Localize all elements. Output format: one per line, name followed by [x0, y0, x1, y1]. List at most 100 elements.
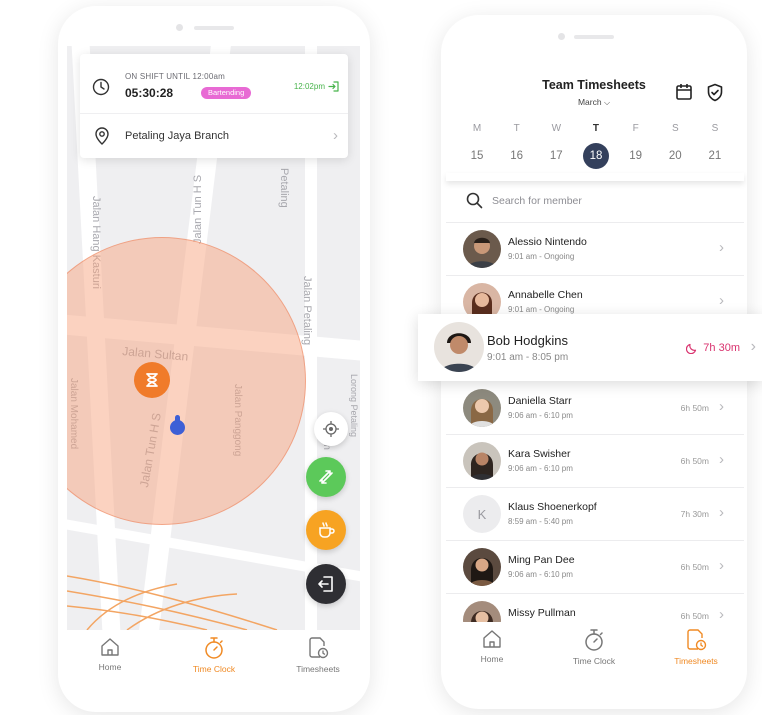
- shift-status-card[interactable]: ON SHIFT UNTIL 12:00am 05:30:28 Bartendi…: [80, 54, 348, 158]
- locate-me-button[interactable]: [314, 412, 348, 446]
- geofence-hourglass-pin[interactable]: [134, 362, 170, 398]
- day-letter: S: [671, 123, 679, 134]
- member-name: Annabelle Chen: [508, 289, 583, 301]
- shift-timer: 05:30:28: [125, 86, 174, 100]
- nav-time-clock[interactable]: Time Clock: [169, 630, 259, 690]
- street-label: Jalan Tun H S: [192, 174, 204, 244]
- overtime-hours: 7h 30m: [686, 342, 740, 354]
- day-number: 15: [470, 150, 484, 162]
- day-letter: T: [592, 123, 600, 134]
- day-letter: M: [472, 123, 482, 134]
- day-letter: F: [632, 123, 639, 134]
- chevron-right-icon: ›: [719, 606, 724, 622]
- member-row[interactable]: Daniella Starr 9:06 am - 6:10 pm 6h 50m …: [446, 382, 744, 435]
- member-row[interactable]: Ming Pan Dee 9:06 am - 6:10 pm 6h 50m ›: [446, 541, 744, 594]
- day-wed[interactable]: W 17: [540, 123, 572, 169]
- nav-timesheets[interactable]: Timesheets: [651, 622, 741, 682]
- member-hours: 6h 50m: [680, 456, 709, 466]
- nav-label: Home: [98, 662, 122, 672]
- clock-in-icon: [328, 81, 339, 92]
- calendar-icon[interactable]: [675, 83, 693, 101]
- member-time-range: 9:01 am - 8:05 pm: [487, 352, 569, 363]
- page-title: Team Timesheets: [542, 78, 646, 92]
- expanded-member-row[interactable]: Bob Hodgkins 9:01 am - 8:05 pm 7h 30m ›: [418, 314, 762, 381]
- month-label: March: [577, 97, 602, 107]
- chevron-right-icon: ›: [719, 398, 724, 415]
- chevron-down-icon: ⌵: [603, 98, 611, 107]
- avatar: [434, 322, 484, 372]
- nav-home[interactable]: Home: [447, 622, 537, 682]
- member-hours: 6h 50m: [680, 562, 709, 572]
- search-input[interactable]: [492, 191, 712, 211]
- day-sun[interactable]: S 21: [699, 123, 731, 169]
- bottom-nav: Home Time Clock Timesheets: [441, 622, 747, 682]
- stopwatch-icon: [585, 629, 603, 651]
- member-name: Ming Pan Dee: [508, 554, 575, 566]
- chevron-right-icon: ›: [719, 239, 724, 256]
- switch-role-button[interactable]: [306, 457, 346, 497]
- day-fri[interactable]: F 19: [620, 123, 652, 169]
- home-icon: [101, 638, 119, 656]
- clock-out-button[interactable]: [306, 564, 346, 604]
- avatar: [463, 389, 501, 427]
- shield-check-icon[interactable]: [706, 83, 724, 102]
- user-location-dot: [170, 415, 185, 435]
- geofence-circle: [67, 237, 306, 525]
- timesheet-icon: [309, 637, 329, 659]
- member-name: Missy Pullman: [508, 607, 576, 619]
- chevron-right-icon: ›: [719, 504, 724, 521]
- swap-arrows-icon: [319, 470, 333, 484]
- day-number: 17: [549, 150, 563, 162]
- day-letter: W: [551, 123, 562, 134]
- shift-status-row[interactable]: ON SHIFT UNTIL 12:00am 05:30:28 Bartendi…: [80, 54, 348, 114]
- clock-in-time-text: 12:02pm: [293, 82, 325, 91]
- avatar: [463, 601, 501, 622]
- search-icon: [466, 192, 483, 209]
- member-row[interactable]: K Klaus Shoenerkopf 8:59 am - 5:40 pm 7h…: [446, 488, 744, 541]
- member-name: Alessio Nintendo: [508, 236, 587, 248]
- chevron-right-icon: ›: [719, 451, 724, 468]
- member-row[interactable]: Kara Swisher 9:06 am - 6:10 pm 6h 50m ›: [446, 435, 744, 488]
- month-selector[interactable]: March ⌵: [533, 97, 655, 108]
- shift-until-label: ON SHIFT UNTIL 12:00am: [125, 72, 225, 81]
- nav-home[interactable]: Home: [65, 630, 155, 690]
- coffee-cup-icon: [319, 522, 335, 538]
- member-row[interactable]: Alessio Nintendo 9:01 am - Ongoing ›: [446, 223, 744, 276]
- member-name: Kara Swisher: [508, 448, 571, 460]
- day-thu[interactable]: T 18: [580, 123, 612, 169]
- member-time-range: 9:06 am - 6:10 pm: [508, 411, 573, 420]
- member-hours: 6h 50m: [680, 611, 709, 621]
- member-time-range: 9:01 am - Ongoing: [508, 305, 575, 314]
- showcase-canvas: Jalan Hang Kasturi Jalan Tun H S Petalin…: [0, 0, 762, 715]
- week-strip: M 15 T 16 W 17 T 18 F 19 S 20 S 21: [461, 123, 731, 169]
- street-label: Jalan Petaling: [301, 276, 313, 346]
- branch-row[interactable]: Petaling Jaya Branch ›: [80, 114, 348, 158]
- nav-timesheets[interactable]: Timesheets: [273, 630, 363, 690]
- street-label: Petaling: [278, 168, 290, 208]
- member-search-bar: [446, 179, 744, 223]
- moon-icon: [686, 343, 697, 354]
- phone-camera: [558, 33, 565, 40]
- street-label: Lorong Petaling: [349, 374, 359, 438]
- chevron-right-icon: ›: [719, 557, 724, 574]
- member-name: Klaus Shoenerkopf: [508, 501, 597, 513]
- exit-icon: [318, 576, 333, 592]
- member-time-range: 9:06 am - 6:10 pm: [508, 570, 573, 579]
- location-pin-icon: [95, 127, 109, 145]
- start-break-button[interactable]: [306, 510, 346, 550]
- day-sat[interactable]: S 20: [659, 123, 691, 169]
- member-row[interactable]: Missy Pullman 6h 50m ›: [446, 594, 744, 622]
- day-number: 16: [510, 150, 524, 162]
- member-time-range: 9:06 am - 6:10 pm: [508, 464, 573, 473]
- clock-icon: [92, 78, 110, 96]
- phone-speaker: [574, 35, 614, 39]
- overtime-hours-text: 7h 30m: [703, 342, 740, 354]
- member-name: Daniella Starr: [508, 395, 572, 407]
- avatar: [463, 548, 501, 586]
- day-mon[interactable]: M 15: [461, 123, 493, 169]
- day-tue[interactable]: T 16: [501, 123, 533, 169]
- role-badge: Bartending: [201, 87, 252, 99]
- member-hours: 6h 50m: [680, 403, 709, 413]
- nav-time-clock[interactable]: Time Clock: [549, 622, 639, 682]
- branch-name: Petaling Jaya Branch: [125, 130, 229, 142]
